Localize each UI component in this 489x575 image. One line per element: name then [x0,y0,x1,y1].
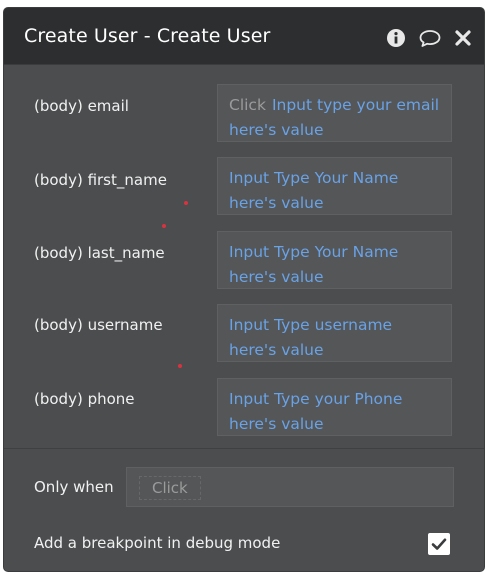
info-icon[interactable] [386,28,406,48]
param-label: (body) last_name [34,244,165,262]
comment-icon[interactable] [418,28,442,48]
dynamic-expression[interactable]: Input Type Your Name here's value [229,243,398,286]
check-icon [431,538,447,550]
panel-title: Create User - Create User [24,25,271,47]
dynamic-value-input[interactable]: Input Type username here's value [217,304,452,362]
dynamic-value-input[interactable]: Input Type Your Name here's value [217,231,452,289]
param-label: (body) username [34,316,163,334]
dynamic-expression[interactable]: Input Type username here's value [229,316,392,359]
dynamic-expression[interactable]: Input Type Your Name here's value [229,169,398,212]
required-marker [162,224,166,228]
close-icon[interactable] [454,28,472,48]
dynamic-value-input[interactable]: Input Type your Phone here's value [217,378,452,436]
required-marker [184,201,188,205]
dynamic-value-input[interactable]: Click Input type your email here's value [217,84,452,142]
properties-panel: Create User - Create User (body) email C… [4,8,484,571]
required-marker [178,364,182,368]
click-placeholder[interactable]: Click [229,96,266,114]
breakpoint-checkbox[interactable] [428,533,450,555]
param-label: (body) email [34,97,129,115]
dynamic-value-input[interactable]: Input Type Your Name here's value [217,157,452,215]
param-label: (body) phone [34,390,135,408]
panel-header: Create User - Create User [4,8,484,65]
breakpoint-label: Add a breakpoint in debug mode [34,534,281,552]
only-when-label: Only when [34,478,114,496]
only-when-condition-input[interactable]: Click [126,467,454,507]
condition-click-placeholder[interactable]: Click [139,476,201,500]
param-label: (body) first_name [34,171,167,189]
section-divider [4,448,484,449]
dynamic-expression[interactable]: Input Type your Phone here's value [229,390,402,433]
